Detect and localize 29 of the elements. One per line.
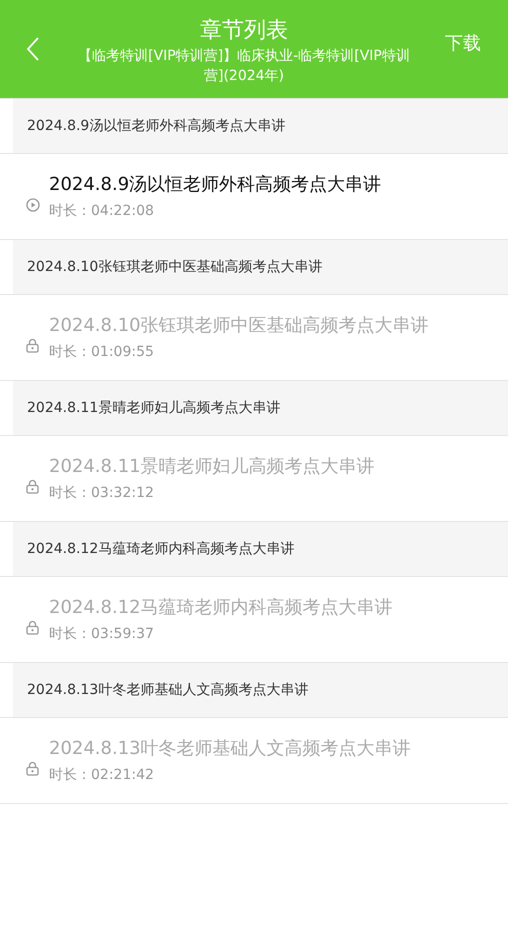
lesson-row[interactable]: 2024.8.13叶冬老师基础人文高频考点大串讲 时长：02:21:42 [0, 718, 508, 803]
chapter-header: 2024.8.9汤以恒老师外科高频考点大串讲 [13, 99, 508, 153]
lesson-duration: 时长：04:22:08 [49, 202, 155, 220]
lesson-title: 2024.8.12马蕴琦老师内科高频考点大串讲 [49, 596, 393, 620]
lesson-row[interactable]: 2024.8.11景晴老师妇儿高频考点大串讲 时长：03:32:12 [0, 436, 508, 521]
page-title: 章节列表 [200, 17, 288, 45]
page-subtitle: 【临考特训[VIP特训营]】临床执业-临考特训[VIP特训营](2024年) [77, 47, 411, 86]
lock-icon [26, 479, 39, 494]
download-button[interactable]: 下载 [428, 30, 508, 60]
lesson-duration: 时长：01:09:55 [49, 342, 155, 362]
chapter-header: 2024.8.10张钰琪老师中医基础高频考点大串讲 [13, 240, 508, 294]
lesson-row[interactable]: 2024.8.9汤以恒老师外科高频考点大串讲 时长：04:22:08 [0, 154, 508, 239]
chapter-header: 2024.8.11景晴老师妇儿高频考点大串讲 [13, 381, 508, 435]
lesson-title: 2024.8.11景晴老师妇儿高频考点大串讲 [49, 454, 375, 478]
lock-icon [26, 761, 39, 776]
lesson-duration: 时长：03:32:12 [49, 484, 155, 502]
lesson-title: 2024.8.10张钰琪老师中医基础高频考点大串讲 [49, 314, 429, 338]
back-icon [26, 36, 40, 62]
lesson-row[interactable]: 2024.8.12马蕴琦老师内科高频考点大串讲 时长：03:59:37 [0, 577, 508, 662]
chapter-header: 2024.8.12马蕴琦老师内科高频考点大串讲 [13, 522, 508, 576]
chapter-header: 2024.8.13叶冬老师基础人文高频考点大串讲 [13, 663, 508, 717]
lesson-title: 2024.8.9汤以恒老师外科高频考点大串讲 [49, 172, 382, 196]
lesson-duration: 时长：03:59:37 [49, 624, 155, 644]
lock-icon [26, 620, 39, 635]
lesson-row[interactable]: 2024.8.10张钰琪老师中医基础高频考点大串讲 时长：01:09:55 [0, 295, 508, 380]
lock-icon [26, 338, 39, 353]
lesson-title: 2024.8.13叶冬老师基础人文高频考点大串讲 [49, 736, 411, 760]
play-icon [26, 198, 40, 212]
lesson-duration: 时长：02:21:42 [49, 766, 155, 784]
